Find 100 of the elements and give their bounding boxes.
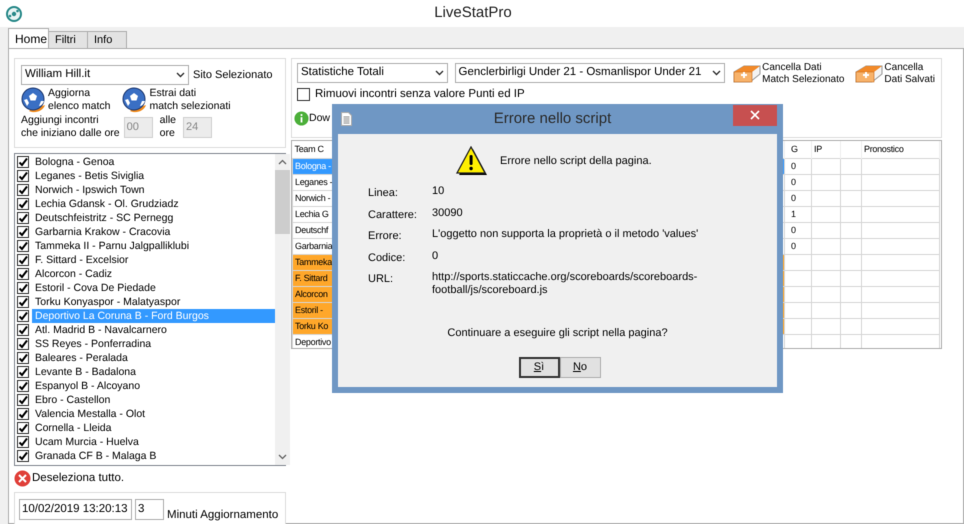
match-item[interactable]: Estoril - Cova De Piedade [32, 281, 159, 295]
action-button[interactable]: Aggiorna elenco match [21, 87, 110, 113]
field-label: Carattere: [368, 208, 418, 222]
match-item[interactable]: Granada CF B - Malaga B [32, 449, 160, 463]
close-button[interactable] [733, 104, 777, 126]
match-checkbox[interactable] [17, 394, 29, 406]
download-label: Dow [309, 111, 330, 126]
match-checkbox[interactable] [17, 408, 29, 420]
match-item[interactable]: Ucam Murcia - Huelva [32, 435, 142, 449]
tab[interactable]: Home [8, 28, 49, 48]
close-icon [750, 110, 760, 120]
match-checkbox[interactable] [17, 240, 29, 252]
scroll-down-icon[interactable] [278, 454, 287, 460]
eraser-icon [732, 63, 762, 85]
table-cell: 0 [791, 160, 796, 170]
match-item[interactable]: Deutschfeistritz - SC Pernegg [32, 211, 176, 225]
caret-icon [176, 72, 185, 78]
match-checkbox[interactable] [17, 254, 29, 266]
match-item[interactable]: Garbarnia Krakow - Cracovia [32, 225, 174, 239]
match-checkbox[interactable] [17, 366, 29, 378]
minutes-label: Minuti Aggiornamento [167, 508, 278, 524]
deselect-all-link[interactable]: Deseleziona tutto. [32, 470, 124, 488]
match-item[interactable]: Levante B - Badalona [32, 365, 139, 379]
minutes-field[interactable]: 3 [135, 499, 164, 520]
column-header: Team C [294, 144, 324, 154]
match-dropdown[interactable]: Genclerbirligi Under 21 - Osmanlispor Under 21 [454, 63, 726, 83]
tab[interactable]: Info [87, 31, 127, 48]
column-header: IP [814, 144, 822, 154]
match-item[interactable]: Atl. Madrid B - Navalcarnero [32, 323, 170, 337]
field-value: http://sports.staticcache.org/scoreboards/scoreboards-football/js/scoreboard.js [432, 271, 698, 297]
match-checkbox[interactable] [17, 338, 29, 350]
dialog-button[interactable]: No [560, 356, 600, 378]
match-checkbox[interactable] [17, 226, 29, 238]
caret-icon [712, 70, 722, 76]
field-value: 0 [432, 250, 440, 264]
field-value: 10 [432, 185, 446, 199]
match-checkbox[interactable] [17, 436, 29, 448]
match-item[interactable]: F. Sittard - Excelsior [32, 253, 132, 267]
table-cell: 1 [791, 208, 796, 218]
dialog-title: Errore nello script [492, 108, 612, 129]
match-item[interactable]: Tammeka II - Parnu Jalgpalliklubi [32, 239, 192, 253]
field-label: URL: [368, 272, 394, 287]
match-item[interactable]: Ebro - Castellon [32, 393, 114, 407]
match-checkbox[interactable] [17, 296, 29, 308]
site-label: Sito Selezionato [193, 68, 272, 83]
scroll-up-icon[interactable] [278, 159, 287, 165]
error-message: Errore nello script della pagina. [500, 154, 652, 169]
match-checkbox[interactable] [17, 170, 29, 182]
match-checkbox[interactable] [17, 198, 29, 210]
field-label: Codice: [368, 250, 406, 266]
question-text: Continuare a eseguire gli script nella pagina? [446, 326, 669, 341]
match-checkbox[interactable] [17, 282, 29, 294]
eraser-icon [854, 63, 884, 85]
table-cell: 0 [791, 224, 796, 234]
column-header: G [791, 144, 798, 154]
statistics-dropdown[interactable]: Statistiche Totali [297, 63, 448, 83]
match-checkbox[interactable] [17, 212, 29, 224]
info-icon [294, 111, 309, 126]
dialog-button[interactable]: Sì [518, 356, 560, 378]
match-item[interactable]: SS Reyes - Ponferradina [32, 337, 154, 351]
site-dropdown[interactable]: William Hill.it [21, 65, 189, 85]
remove-checkbox[interactable] [297, 88, 310, 101]
field-label: Errore: [368, 229, 403, 244]
time-filter-label: Aggiungi incontri che iniziano dalle ore [21, 114, 120, 140]
field-label: Linea: [368, 186, 399, 201]
match-item[interactable]: Leganes - Betis Siviglia [32, 169, 148, 183]
match-item[interactable]: Torku Konyaspor - Malatyaspor [32, 295, 184, 309]
tab[interactable]: Filtri [48, 31, 88, 48]
cancel-icon[interactable] [14, 470, 31, 488]
match-checkbox[interactable] [17, 268, 29, 280]
match-item[interactable]: Baleares - Peralada [32, 351, 131, 365]
match-checkbox[interactable] [17, 422, 29, 434]
field-value: L'oggetto non supporta la proprietà o il metodo 'values' [432, 228, 700, 242]
column-header: Pronostico [864, 144, 904, 154]
match-item[interactable]: Espanyol B - Alcoyano [32, 379, 144, 393]
end-hour-label: alle ore [158, 114, 178, 140]
warning-icon [456, 146, 488, 176]
window-title: LiveStatPro [433, 3, 513, 24]
document-icon [341, 112, 352, 126]
datetime-field[interactable]: 10/02/2019 13:20:13 [19, 499, 132, 520]
scrollbar-thumb[interactable] [275, 170, 290, 234]
match-checkbox[interactable] [17, 380, 29, 392]
match-item[interactable]: Bologna - Genoa [32, 155, 118, 169]
match-checkbox[interactable] [17, 184, 29, 196]
caret-icon [434, 70, 444, 76]
match-item[interactable]: Valencia Mestalla - Olot [32, 407, 148, 421]
remove-label: Rimuovi incontri senza valore Punti ed IP [315, 88, 525, 101]
match-item[interactable]: Cornella - Lleida [32, 421, 114, 435]
clear-data-button[interactable]: Cancella Dati Match Selezionato [732, 62, 844, 86]
match-checkbox[interactable] [17, 156, 29, 168]
table-cell: 0 [791, 192, 796, 202]
table-cell: 0 [791, 176, 796, 186]
match-item[interactable]: Lechia Gdansk - Ol. Grudziadz [32, 197, 182, 211]
match-checkbox[interactable] [17, 310, 29, 322]
clear-data-button[interactable]: Cancella Dati Salvati [854, 62, 935, 86]
match-checkbox[interactable] [17, 324, 29, 336]
match-checkbox[interactable] [17, 352, 29, 364]
match-checkbox[interactable] [17, 450, 29, 462]
match-item[interactable]: Alcorcon - Cadiz [32, 267, 116, 281]
match-item[interactable]: Norwich - Ipswich Town [32, 183, 148, 197]
